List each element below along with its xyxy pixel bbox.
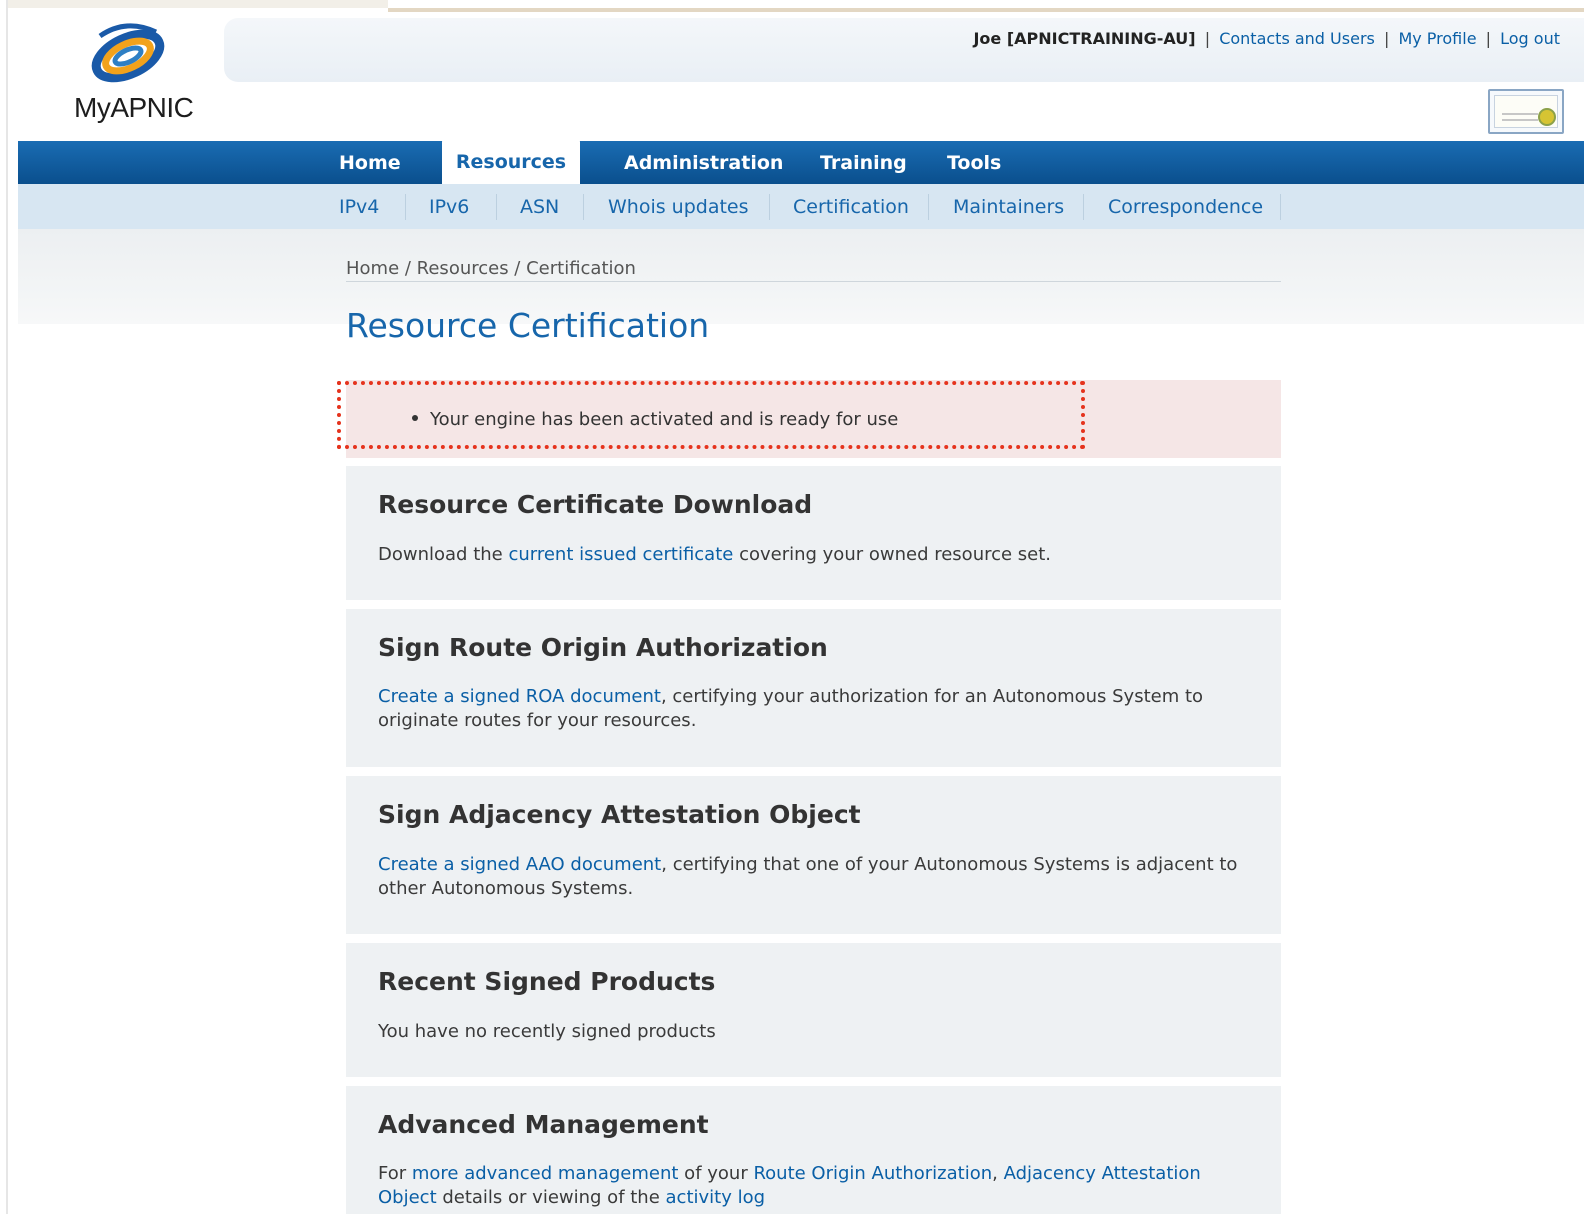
panel-text: You have no recently signed products — [378, 1021, 716, 1042]
subnav-divider — [583, 194, 584, 220]
panel-text: Download the current issued certificate … — [378, 543, 1257, 567]
panel-recent-signed-products: Recent Signed Products You have no recen… — [346, 943, 1281, 1077]
create-roa-link[interactable]: Create a signed ROA document — [378, 686, 661, 707]
top-strip — [8, 0, 388, 8]
nav-tab-resources[interactable]: Resources — [442, 138, 580, 184]
nav-tab-tools[interactable]: Tools — [947, 141, 1001, 184]
nav-tab-training[interactable]: Training — [820, 141, 907, 184]
breadcrumb: Home / Resources / Certification — [346, 258, 636, 279]
text: For — [378, 1163, 412, 1184]
log-out-link[interactable]: Log out — [1500, 29, 1560, 48]
subnav-divider — [928, 194, 929, 220]
subnav-ipv6[interactable]: IPv6 — [429, 184, 469, 229]
separator: | — [1204, 29, 1211, 48]
more-advanced-management-link[interactable]: more advanced management — [412, 1163, 679, 1184]
activity-log-link[interactable]: activity log — [666, 1187, 766, 1208]
text: Download the — [378, 544, 509, 565]
top-strip-accent — [388, 8, 1584, 12]
separator: | — [1485, 29, 1492, 48]
main-nav: Home Resources Administration Training T… — [18, 138, 1584, 184]
route-origin-authorization-link[interactable]: Route Origin Authorization — [753, 1163, 992, 1184]
subnav-certification[interactable]: Certification — [793, 184, 909, 229]
apnic-swirl-icon — [91, 23, 165, 83]
panel-title: Recent Signed Products — [378, 967, 716, 996]
my-profile-link[interactable]: My Profile — [1398, 29, 1476, 48]
contacts-and-users-link[interactable]: Contacts and Users — [1219, 29, 1375, 48]
subnav-ipv4[interactable]: IPv4 — [339, 184, 379, 229]
certificate-seal-icon — [1538, 108, 1556, 126]
subnav-asn[interactable]: ASN — [520, 184, 559, 229]
panel-certificate-download: Resource Certificate Download Download t… — [346, 466, 1281, 600]
subnav-divider — [405, 194, 406, 220]
subnav-divider — [496, 194, 497, 220]
certificate-line — [1502, 113, 1538, 115]
certificate-icon[interactable] — [1488, 89, 1564, 134]
panel-title: Sign Route Origin Authorization — [378, 633, 828, 662]
separator: | — [1383, 29, 1390, 48]
panel-sign-aao: Sign Adjacency Attestation Object Create… — [346, 776, 1281, 934]
panel-title: Sign Adjacency Attestation Object — [378, 800, 861, 829]
current-issued-certificate-link[interactable]: current issued certificate — [508, 544, 733, 565]
current-user: Joe [APNICTRAINING-AU] — [973, 29, 1196, 48]
panel-advanced-management: Advanced Management For more advanced ma… — [346, 1086, 1281, 1214]
subnav-correspondence[interactable]: Correspondence — [1108, 184, 1263, 229]
subnav-divider — [1280, 194, 1281, 220]
subnav-maintainers[interactable]: Maintainers — [953, 184, 1064, 229]
myapnic-logo[interactable]: MyAPNIC — [70, 18, 196, 128]
panel-text: Create a signed AAO document, certifying… — [378, 853, 1257, 901]
nav-tab-home[interactable]: Home — [339, 141, 401, 184]
create-aao-link[interactable]: Create a signed AAO document — [378, 854, 661, 875]
nav-tab-administration[interactable]: Administration — [624, 141, 783, 184]
breadcrumb-band — [18, 229, 1584, 324]
panel-text: Create a signed ROA document, certifying… — [378, 685, 1257, 733]
panel-title: Resource Certificate Download — [378, 490, 813, 519]
user-bar: Joe [APNICTRAINING-AU] | Contacts and Us… — [973, 29, 1560, 48]
logo-text: MyAPNIC — [74, 92, 194, 123]
panel-title: Advanced Management — [378, 1110, 709, 1139]
subnav-divider — [769, 194, 770, 220]
page-title: Resource Certification — [346, 306, 710, 345]
header-band — [224, 18, 1584, 82]
breadcrumb-divider — [346, 281, 1281, 282]
sub-nav: IPv4 IPv6 ASN Whois updates Certificatio… — [18, 184, 1584, 229]
text: , — [992, 1163, 1004, 1184]
text: details or viewing of the — [436, 1187, 666, 1208]
panel-text: For more advanced management of your Rou… — [378, 1162, 1257, 1210]
panel-sign-roa: Sign Route Origin Authorization Create a… — [346, 609, 1281, 767]
text: of your — [678, 1163, 754, 1184]
text: covering your owned resource set. — [733, 544, 1052, 565]
certificate-line — [1502, 119, 1538, 121]
subnav-whois-updates[interactable]: Whois updates — [608, 184, 749, 229]
subnav-divider — [1083, 194, 1084, 220]
window-edge — [6, 0, 8, 1214]
highlight-outline — [337, 381, 1085, 449]
